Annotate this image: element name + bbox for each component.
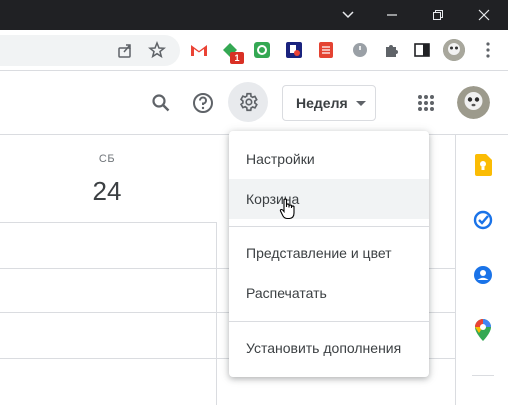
extension-icon[interactable] <box>284 40 304 60</box>
menu-item-settings[interactable]: Настройки <box>229 139 429 179</box>
view-selector-button[interactable]: Неделя <box>282 85 376 121</box>
share-icon[interactable] <box>115 40 135 60</box>
menu-item-label: Установить дополнения <box>246 340 402 356</box>
day-number[interactable]: 24 <box>82 176 132 207</box>
contacts-icon[interactable] <box>472 264 494 286</box>
minimize-icon[interactable] <box>370 0 414 30</box>
avatar[interactable] <box>443 39 465 61</box>
settings-icon[interactable] <box>228 82 268 122</box>
star-icon[interactable] <box>147 40 167 60</box>
more-vert-icon[interactable] <box>478 40 498 60</box>
browser-titlebar <box>0 0 508 30</box>
hand-cursor-icon <box>279 198 297 220</box>
restore-icon[interactable] <box>416 0 460 30</box>
view-selector-label: Неделя <box>296 95 348 111</box>
keep-icon[interactable] <box>472 154 494 176</box>
menu-item-print[interactable]: Распечатать <box>229 273 429 313</box>
day-name: СБ <box>98 153 116 165</box>
search-icon[interactable] <box>141 83 181 123</box>
menu-item-label: Распечатать <box>246 285 327 301</box>
extension-icon[interactable] <box>350 40 370 60</box>
settings-menu: Настройки Корзина Представление и цвет Р… <box>229 131 429 377</box>
tab-dropdown-icon[interactable] <box>326 0 370 30</box>
menu-item-label: Представление и цвет <box>246 245 392 261</box>
caret-down-icon <box>356 101 366 106</box>
menu-item-label: Настройки <box>246 151 315 167</box>
maps-icon[interactable] <box>472 319 494 341</box>
browser-toolbar: 1 <box>0 30 508 71</box>
extension-icon[interactable] <box>252 40 272 60</box>
tasks-icon[interactable] <box>472 209 494 231</box>
menu-item-trash[interactable]: Корзина <box>229 179 429 219</box>
extension-badge: 1 <box>230 52 244 64</box>
puzzle-icon[interactable] <box>382 40 402 60</box>
help-icon[interactable] <box>183 83 223 123</box>
side-panel <box>455 135 508 405</box>
apps-grid-icon[interactable] <box>406 83 446 123</box>
extension-icon[interactable] <box>316 40 336 60</box>
close-icon[interactable] <box>462 0 506 30</box>
avatar[interactable] <box>457 86 490 119</box>
sidepanel-icon[interactable] <box>412 40 432 60</box>
calendar-header: Неделя <box>0 71 508 135</box>
menu-divider <box>229 321 429 322</box>
menu-divider <box>229 226 429 227</box>
menu-item-density-color[interactable]: Представление и цвет <box>229 233 429 273</box>
divider <box>472 375 494 376</box>
grid-line <box>0 222 216 223</box>
gmail-icon[interactable] <box>189 40 209 60</box>
column-divider <box>216 222 217 405</box>
menu-item-get-addons[interactable]: Установить дополнения <box>229 328 429 368</box>
